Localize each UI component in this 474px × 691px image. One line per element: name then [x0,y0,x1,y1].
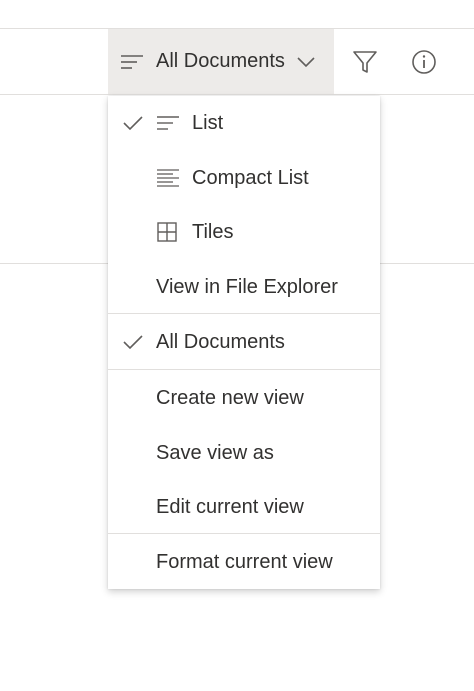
command-bar: All Documents [0,28,474,95]
menu-item-format-current-view[interactable]: Format current view [108,535,380,589]
info-button[interactable] [396,29,452,94]
menu-item-label: View in File Explorer [156,275,338,298]
view-switcher-label: All Documents [156,50,285,72]
menu-item-tiles[interactable]: Tiles [108,205,380,259]
compact-list-icon [156,168,180,188]
view-switcher-button[interactable]: All Documents [108,29,334,94]
menu-item-label: Edit current view [156,495,304,518]
menu-item-label: Create new view [156,386,304,409]
page: All Documents List Compact List Tiles Vi… [0,0,474,691]
menu-item-save-view-as[interactable]: Save view as [108,426,380,480]
filter-icon [352,49,378,75]
menu-item-label: Tiles [192,220,234,243]
view-options-menu: List Compact List Tiles View in File Exp… [108,96,380,589]
menu-item-label: Compact List [192,166,309,189]
menu-item-label: Save view as [156,441,274,464]
info-icon [411,49,437,75]
checkmark-icon [122,333,144,351]
checkmark-icon [122,114,144,132]
menu-item-label: List [192,111,224,134]
chevron-down-icon [297,56,315,68]
menu-item-label: Format current view [156,550,333,573]
menu-item-list[interactable]: List [108,96,380,150]
menu-item-compact-list[interactable]: Compact List [108,151,380,205]
tiles-icon [156,221,178,243]
filter-button[interactable] [337,29,393,94]
list-icon [156,114,180,132]
menu-divider [108,313,380,314]
menu-item-view-in-file-explorer[interactable]: View in File Explorer [108,260,380,314]
menu-divider [108,369,380,370]
menu-item-edit-current-view[interactable]: Edit current view [108,480,380,534]
lines-icon [120,52,144,72]
menu-item-create-new-view[interactable]: Create new view [108,371,380,425]
menu-item-label: All Documents [156,330,285,353]
menu-divider [108,533,380,534]
menu-item-all-documents[interactable]: All Documents [108,315,380,369]
